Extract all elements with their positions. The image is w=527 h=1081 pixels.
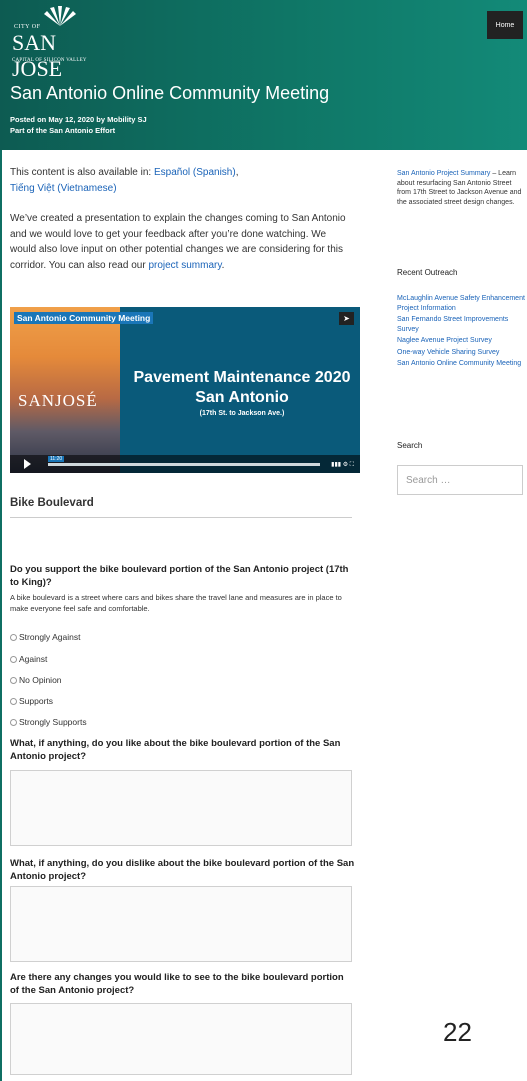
recent-item-vehicle-sharing[interactable]: One-way Vehicle Sharing Survey — [397, 348, 525, 358]
progress-bar[interactable] — [48, 463, 320, 466]
recent-item-mclaughlin[interactable]: McLaughlin Avenue Safety Enhancement Pro… — [397, 294, 525, 313]
search-input[interactable] — [397, 465, 523, 495]
question-changes: Are there any changes you would like to … — [10, 972, 344, 996]
volume-icon[interactable]: ▮▮▮ — [331, 462, 341, 468]
video-heading-line1: Pavement Maintenance 2020 — [133, 369, 351, 386]
part-of-link[interactable]: Part of the San Antonio Effort — [10, 125, 147, 136]
language-availability: This content is also available in: Españ… — [10, 165, 355, 196]
site-header: CITY OF SAN JOSE CAPITAL OF SILICON VALL… — [0, 0, 527, 150]
question-support-description: A bike boulevard is a street where cars … — [10, 593, 342, 613]
video-heading-line2: San Antonio — [195, 389, 289, 406]
main-content: This content is also available in: Españ… — [10, 160, 355, 273]
option-label: No Opinion — [19, 675, 62, 685]
recent-outreach-list: McLaughlin Avenue Safety Enhancement Pro… — [397, 294, 525, 371]
language-link-spanish[interactable]: Español (Spanish) — [154, 167, 236, 178]
option-supports[interactable]: Supports — [10, 696, 53, 706]
language-link-vietnamese[interactable]: Tiếng Việt (Vietnamese) — [10, 183, 117, 194]
radio-icon[interactable] — [10, 697, 17, 705]
posted-on: Posted on May 12, 2020 by Mobility SJ — [10, 115, 147, 124]
page-number: 22 — [443, 1017, 472, 1047]
recent-outreach-heading: Recent Outreach — [397, 268, 458, 277]
radio-icon[interactable] — [10, 633, 17, 641]
sidebar-summary: San Antonio Project Summary – Learn abou… — [397, 169, 525, 207]
play-icon[interactable] — [24, 459, 31, 469]
video-duration: 11:20 — [48, 456, 65, 462]
logo-tagline: CAPITAL OF SILICON VALLEY — [12, 58, 87, 63]
video-heading-line3: (17th St. to Jackson Ave.) — [199, 410, 285, 417]
option-against[interactable]: Against — [10, 654, 47, 664]
radio-icon[interactable] — [10, 676, 17, 684]
intro-end: . — [221, 259, 225, 271]
left-accent-rule — [0, 150, 2, 1081]
dislike-textarea[interactable] — [10, 886, 352, 962]
option-strongly-against[interactable]: Strongly Against — [10, 632, 80, 642]
language-sep: , — [235, 167, 239, 178]
sidebar-summary-link[interactable]: San Antonio Project Summary — [397, 170, 490, 177]
option-no-opinion[interactable]: No Opinion — [10, 675, 62, 685]
question-like: What, if anything, do you like about the… — [10, 738, 341, 762]
recent-item-san-fernando[interactable]: San Fernando Street Improvements Survey — [397, 315, 525, 334]
option-label: Strongly Against — [19, 632, 81, 642]
section-divider — [10, 517, 352, 518]
video-player[interactable]: San Antonio Community Meeting SANJOSÉ ➤ … — [10, 307, 360, 473]
option-label: Strongly Supports — [19, 717, 87, 727]
project-summary-link[interactable]: project summary — [148, 260, 221, 271]
video-settings-icons[interactable]: ▮▮▮ ⚙ ⛶ — [331, 461, 354, 469]
intro-paragraph: We’ve created a presentation to explain … — [10, 211, 355, 273]
option-label: Supports — [19, 696, 54, 706]
home-nav-button[interactable]: Home — [487, 11, 523, 39]
logo-name: SAN JOSE — [12, 30, 63, 81]
search-heading: Search — [397, 441, 423, 450]
gear-icon[interactable]: ⚙ — [343, 462, 348, 468]
share-icon[interactable]: ➤ — [339, 312, 354, 325]
question-dislike: What, if anything, do you dislike about … — [10, 858, 355, 882]
post-meta: Posted on May 12, 2020 by Mobility SJ Pa… — [10, 114, 147, 136]
section-title-bike-boulevard: Bike Boulevard — [10, 497, 94, 509]
recent-item-san-antonio[interactable]: San Antonio Online Community Meeting — [397, 359, 525, 369]
city-logo[interactable]: CITY OF SAN JOSE CAPITAL OF SILICON VALL… — [10, 6, 110, 81]
changes-textarea[interactable] — [10, 1003, 352, 1075]
video-sanjose-logo: SANJOSÉ — [18, 391, 98, 410]
video-title[interactable]: San Antonio Community Meeting — [14, 312, 154, 324]
language-prefix: This content is also available in: — [10, 167, 154, 178]
option-strongly-supports[interactable]: Strongly Supports — [10, 717, 87, 727]
question-support: Do you support the bike boulevard portio… — [10, 564, 349, 588]
video-controls: 11:20 ▮▮▮ ⚙ ⛶ — [10, 455, 360, 473]
recent-item-naglee[interactable]: Naglee Avenue Project Survey — [397, 336, 525, 346]
page-title: San Antonio Online Community Meeting — [10, 83, 330, 103]
sun-rays-icon — [44, 6, 76, 26]
radio-icon[interactable] — [10, 718, 17, 726]
radio-icon[interactable] — [10, 655, 17, 663]
hills-photo — [10, 307, 120, 473]
like-textarea[interactable] — [10, 770, 352, 846]
fullscreen-icon[interactable]: ⛶ — [350, 462, 354, 468]
option-label: Against — [19, 654, 48, 664]
